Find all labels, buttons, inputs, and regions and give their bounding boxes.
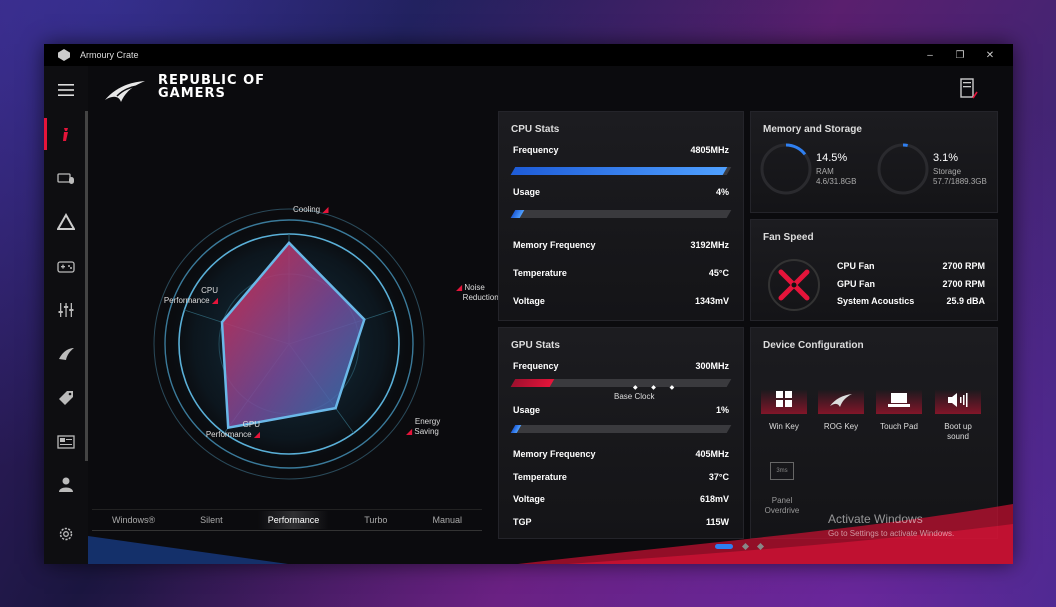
cpu-frequency-fill	[510, 167, 727, 175]
sidebar-item-game-library[interactable]	[44, 246, 88, 286]
sidebar-item-aura[interactable]	[44, 202, 88, 242]
cpu-stats-card[interactable]: CPU Stats Frequency 4805MHz Usage 4% Mem…	[498, 111, 744, 321]
app-window: Armoury Crate – ❐ ✕ REPUBLIC OF GAMERS C…	[44, 44, 1013, 564]
speaker-icon	[948, 393, 968, 407]
title-bar: Armoury Crate – ❐ ✕	[44, 44, 1013, 66]
sidebar-item-deals[interactable]	[44, 378, 88, 418]
gear-icon	[59, 527, 73, 541]
radar-label-energy: Energy ◢ Saving	[406, 417, 441, 436]
user-icon	[59, 477, 73, 492]
sidebar-item-equalizer[interactable]	[44, 290, 88, 330]
minimize-button[interactable]: –	[915, 50, 945, 61]
menu-button[interactable]	[44, 70, 88, 110]
storage-percent: 3.1%	[933, 152, 959, 164]
cpu-frequency-bar	[510, 167, 732, 175]
rog-key-toggle[interactable]: ROG Key	[818, 376, 864, 432]
cpu-temperature-row: Temperature 45°C	[513, 268, 729, 278]
gpu-usage-row: Usage 1%	[513, 405, 729, 415]
system-acoustics-row: System Acoustics 25.9 dBA	[837, 296, 985, 306]
sidebar-item-news[interactable]	[44, 422, 88, 462]
gpu-stats-title: GPU Stats	[511, 340, 560, 351]
rog-home-icon	[63, 128, 68, 141]
hamburger-icon	[58, 84, 74, 96]
cpu-voltage-row: Voltage 1343mV	[513, 296, 729, 306]
radar-label-noise: ◢ Noise Reduction	[456, 283, 499, 302]
fan-icon	[768, 259, 820, 311]
cpu-fan-row: CPU Fan 2700 RPM	[837, 261, 985, 271]
page-dot-3[interactable]	[756, 542, 765, 551]
gpu-frequency-row: Frequency 300MHz	[513, 361, 729, 371]
ram-percent: 14.5%	[816, 152, 848, 164]
window-title: Armoury Crate	[80, 50, 139, 60]
keyboard-mouse-icon	[57, 173, 74, 184]
gpu-frequency-bar	[510, 379, 732, 387]
ram-info: RAM 4.6/31.8GB	[816, 167, 857, 186]
cpu-memory-frequency-row: Memory Frequency 3192MHz	[513, 240, 729, 250]
fan-speed-title: Fan Speed	[763, 232, 814, 243]
sliders-icon	[58, 303, 74, 317]
memory-storage-title: Memory and Storage	[763, 124, 862, 135]
fan-speed-card[interactable]: Fan Speed CPU Fan 2700 RPM GPU Fan 2700 …	[750, 219, 998, 321]
storage-usage-ring	[877, 143, 929, 195]
gamepad-icon	[57, 261, 75, 273]
aura-triangle-icon	[57, 213, 75, 230]
close-button[interactable]: ✕	[975, 50, 1005, 61]
device-tower-icon[interactable]	[960, 78, 978, 100]
sidebar-item-user[interactable]	[44, 464, 88, 504]
sidebar-item-armoury[interactable]	[44, 334, 88, 374]
gpu-fan-row: GPU Fan 2700 RPM	[837, 279, 985, 289]
gpu-memory-frequency-row: Memory Frequency 405MHz	[513, 449, 729, 459]
app-logo-icon	[58, 49, 70, 61]
maximize-button[interactable]: ❐	[945, 50, 975, 61]
radar-label-gpu: GPU Performance ◢	[205, 420, 260, 439]
sidebar-item-devices[interactable]	[44, 158, 88, 198]
brand-line-2: GAMERS	[158, 86, 226, 101]
gpu-usage-bar	[510, 425, 732, 433]
ram-usage-ring	[760, 143, 812, 195]
touchpad-icon	[888, 393, 910, 407]
rog-eye-icon	[59, 348, 74, 360]
win-key-toggle[interactable]: Win Key	[761, 376, 807, 432]
window-controls: – ❐ ✕	[915, 44, 1005, 66]
storage-info: Storage 57.7/1889.3GB	[933, 167, 987, 186]
page-indicator	[715, 542, 765, 551]
windows-icon	[776, 391, 792, 407]
price-tag-icon	[59, 391, 73, 405]
base-clock-marker: ◆ ◆ ◆	[633, 385, 681, 391]
cpu-usage-row: Usage 4%	[513, 187, 729, 197]
sidebar-item-home[interactable]	[44, 114, 88, 154]
base-clock-label: Base Clock	[614, 392, 655, 401]
brand-wordmark: REPUBLIC OF GAMERS	[158, 74, 265, 100]
gpu-frequency-fill	[510, 379, 555, 387]
radar-label-cooling: Cooling ◢	[293, 205, 329, 214]
device-configuration-title: Device Configuration	[763, 340, 864, 351]
cpu-stats-title: CPU Stats	[511, 124, 560, 135]
radar-label-cpu: CPU Performance ◢	[163, 286, 218, 305]
cpu-usage-bar	[510, 210, 732, 218]
page-dot-2[interactable]	[741, 542, 750, 551]
touch-pad-toggle[interactable]: Touch Pad	[876, 376, 922, 432]
page-dot-1[interactable]	[715, 544, 733, 549]
cpu-frequency-row: Frequency 4805MHz	[513, 145, 729, 155]
cpu-usage-fill	[510, 210, 524, 218]
gpu-usage-fill	[510, 425, 522, 433]
header: REPUBLIC OF GAMERS	[88, 66, 1013, 116]
memory-storage-card[interactable]: Memory and Storage 14.5% RAM 4.6/31.8GB …	[750, 111, 998, 213]
sidebar	[44, 66, 88, 564]
rog-key-icon	[830, 394, 852, 407]
rog-logo-icon	[105, 81, 145, 102]
news-icon	[57, 435, 75, 449]
activation-watermark: Activate Windows Go to Settings to activ…	[828, 512, 955, 538]
sidebar-item-settings[interactable]	[44, 514, 88, 554]
boot-up-sound-toggle[interactable]: Boot up sound	[935, 376, 981, 442]
